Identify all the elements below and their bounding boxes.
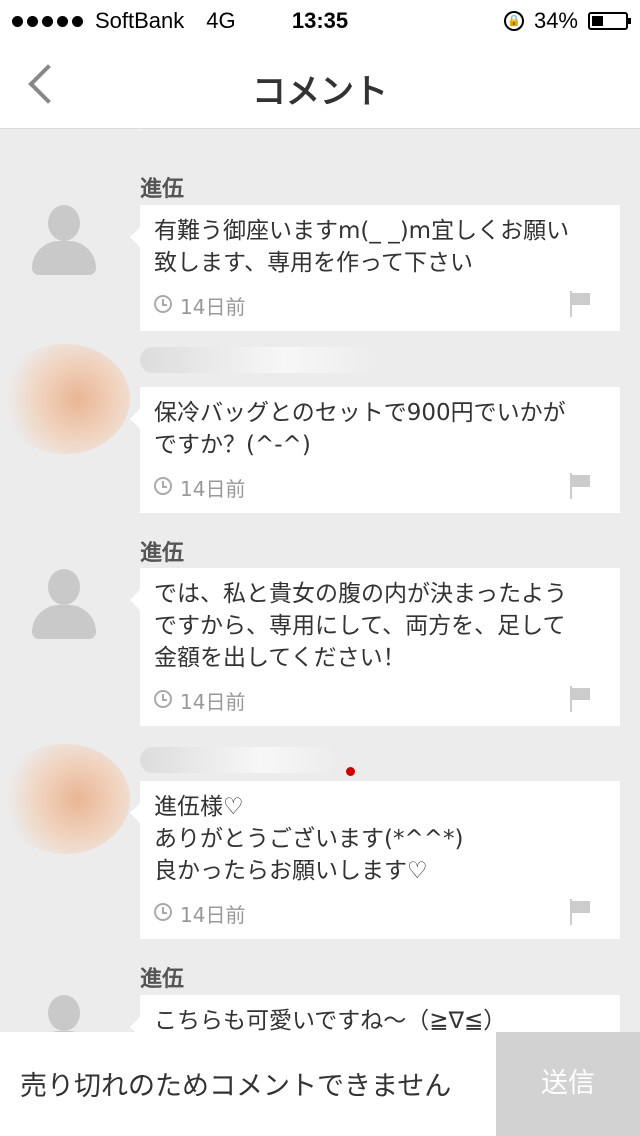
comment-text: 有難う御座いますm(_ _)m宜しくお願い 致します、専用を作って下さい xyxy=(154,218,570,276)
comment-text: 進伍様♡ ありがとうございます(*^^*) 良かったらお願いします♡ xyxy=(154,794,464,884)
comment-bubble: では、私と貴女の腹の内が決まったよう ですから、専用にして、両方を、足して 金額… xyxy=(130,568,620,726)
comment-username[interactable]: 進伍 xyxy=(140,171,184,203)
clock-icon xyxy=(154,903,172,921)
comment-time: 14日前 xyxy=(180,690,246,714)
comment-username[interactable] xyxy=(140,747,340,773)
comment-username[interactable]: 進伍 xyxy=(140,961,184,993)
comment-bubble: 保冷バッグとのセットで900円でいかが ですか？(^-^) 14日前 xyxy=(130,387,620,513)
status-bar: SoftBank 4G 13:35 🔒 34% xyxy=(0,0,640,40)
comment-list[interactable]: 進伍 有難う御座いますm(_ _)m宜しくお願い 致します、専用を作って下さい … xyxy=(0,129,640,1032)
comment-text: こちらも可愛いですね〜（≧∇≦） xyxy=(154,1008,507,1032)
comment-input-bar: 売り切れのためコメントできません 送信 xyxy=(0,1032,640,1136)
comment-text: では、私と貴女の腹の内が決まったよう ですから、専用にして、両方を、足して 金額… xyxy=(154,581,568,671)
comment-time: 14日前 xyxy=(180,903,246,927)
clock-icon xyxy=(154,690,172,708)
clock-icon xyxy=(154,295,172,313)
battery-icon xyxy=(588,12,631,30)
avatar[interactable] xyxy=(0,344,130,454)
sold-out-message: 売り切れのためコメントできません xyxy=(20,1071,452,1102)
status-dot xyxy=(346,767,355,776)
flag-icon[interactable] xyxy=(570,473,592,499)
battery-fill xyxy=(592,16,603,26)
comment-text: 保冷バッグとのセットで900円でいかが ですか？(^-^) xyxy=(154,400,566,458)
comment-username[interactable] xyxy=(140,347,380,373)
comment-bubble: 有難う御座いますm(_ _)m宜しくお願い 致します、専用を作って下さい 14日… xyxy=(130,205,620,331)
battery-percent: 34% xyxy=(533,8,578,33)
clock-icon xyxy=(154,477,172,495)
send-button[interactable]: 送信 xyxy=(496,1032,640,1136)
flag-icon[interactable] xyxy=(570,899,592,925)
avatar[interactable] xyxy=(32,995,96,1032)
comment-bubble: 進伍様♡ ありがとうございます(*^^*) 良かったらお願いします♡ 14日前 xyxy=(130,781,620,939)
comment-time: 14日前 xyxy=(180,295,246,319)
nav-bar: コメント xyxy=(0,40,640,129)
flag-icon[interactable] xyxy=(570,291,592,317)
rotation-lock-icon: 🔒 xyxy=(503,11,524,31)
avatar[interactable] xyxy=(32,205,96,277)
flag-icon[interactable] xyxy=(570,686,592,712)
comment-bubble: こちらも可愛いですね〜（≧∇≦） xyxy=(130,995,620,1032)
comment-time: 14日前 xyxy=(180,477,246,501)
avatar[interactable] xyxy=(32,569,96,641)
page-title: コメント xyxy=(252,72,388,112)
comment-username[interactable]: 進伍 xyxy=(140,535,184,567)
avatar[interactable] xyxy=(0,744,130,854)
